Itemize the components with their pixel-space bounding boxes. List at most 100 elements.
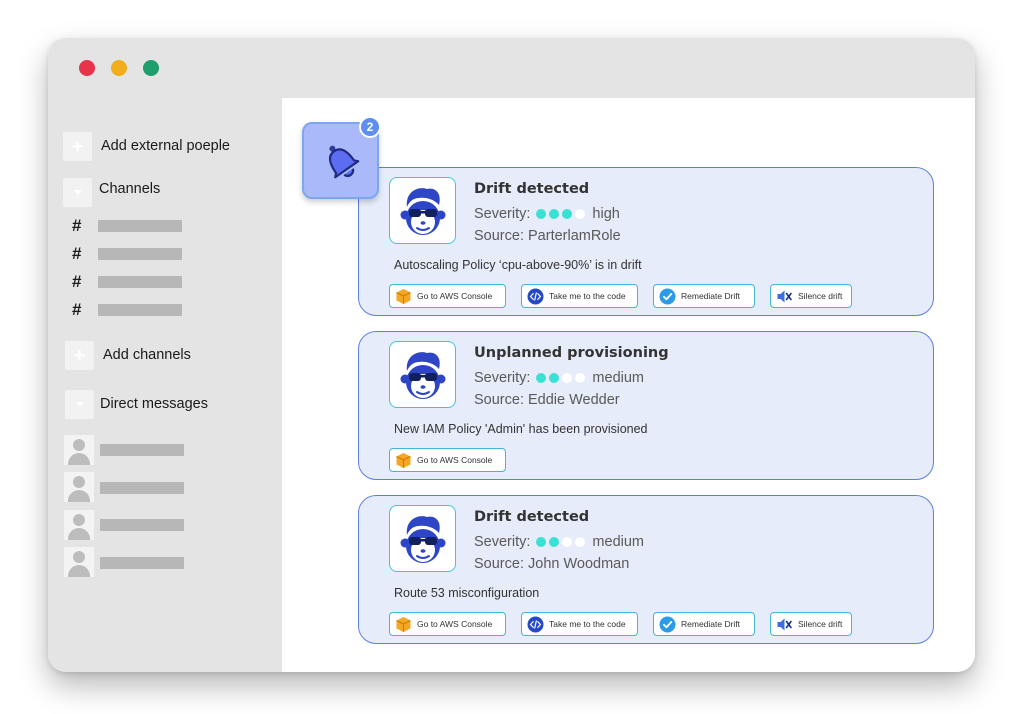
card-description: New IAM Policy 'Admin' has been provisio… (394, 422, 648, 436)
channel-hash-icon: # (72, 300, 82, 319)
add-channels-button[interactable]: + (65, 341, 94, 370)
view-code-button[interactable]: Take me to the code (521, 612, 638, 636)
action-label: Take me to the code (549, 291, 626, 301)
card-title: Unplanned provisioning (474, 345, 669, 361)
severity-dot (549, 537, 560, 547)
channel-item[interactable] (98, 248, 182, 260)
notification-card[interactable]: Drift detected Severity: high Source: Pa… (358, 167, 934, 316)
severity-label: Severity: (474, 534, 531, 550)
title-bar (48, 38, 975, 98)
severity-row: Severity: high (474, 206, 620, 222)
action-label: Silence drift (798, 619, 843, 629)
bot-avatar (389, 341, 456, 408)
bot-avatar (389, 177, 456, 244)
user-avatar-icon[interactable] (64, 435, 94, 465)
aws-box-icon (395, 616, 412, 633)
silence-drift-button[interactable]: Silence drift (770, 284, 852, 308)
channel-hash-icon: # (72, 244, 82, 263)
severity-dot (536, 537, 547, 547)
severity-dot (575, 209, 586, 219)
direct-message-item[interactable] (100, 519, 184, 531)
app-window: + Add external poeple Channels # # # # +… (48, 38, 975, 672)
direct-message-item[interactable] (100, 557, 184, 569)
channels-header[interactable]: Channels (99, 181, 160, 197)
severity-row: Severity: medium (474, 534, 644, 550)
monkey-bot-icon (400, 515, 445, 563)
channel-hash-icon: # (72, 216, 82, 235)
bot-avatar (389, 505, 456, 572)
minimize-window-button[interactable] (111, 60, 127, 76)
channel-item[interactable] (98, 304, 182, 316)
user-avatar-icon[interactable] (64, 472, 94, 502)
severity-dot (575, 537, 586, 547)
severity-label: Severity: (474, 370, 531, 386)
remediate-drift-button[interactable]: Remediate Drift (653, 612, 755, 636)
channel-item[interactable] (98, 276, 182, 288)
remediate-drift-button[interactable]: Remediate Drift (653, 284, 755, 308)
source-text: Source: John Woodman (474, 556, 630, 572)
severity-row: Severity: medium (474, 370, 644, 386)
severity-dot (562, 373, 573, 383)
add-people-button[interactable]: + (63, 132, 92, 161)
view-code-button[interactable]: Take me to the code (521, 284, 638, 308)
add-people-label[interactable]: Add external poeple (101, 138, 230, 154)
direct-message-item[interactable] (100, 444, 184, 456)
add-channels-label[interactable]: Add channels (103, 347, 191, 363)
notification-card[interactable]: Unplanned provisioning Severity: medium … (358, 331, 934, 480)
channels-collapse-toggle[interactable] (63, 178, 92, 207)
severity-level: medium (592, 534, 644, 550)
user-avatar-icon[interactable] (64, 510, 94, 540)
maximize-window-button[interactable] (143, 60, 159, 76)
action-label: Go to AWS Console (417, 619, 493, 629)
user-avatar-icon[interactable] (64, 547, 94, 577)
severity-dot (562, 537, 573, 547)
direct-messages-collapse-toggle[interactable] (65, 390, 94, 419)
card-title: Drift detected (474, 509, 590, 525)
severity-dot (549, 373, 560, 383)
aws-console-button[interactable]: Go to AWS Console (389, 448, 506, 472)
action-label: Go to AWS Console (417, 455, 493, 465)
channel-item[interactable] (98, 220, 182, 232)
channel-hash-icon: # (72, 272, 82, 291)
card-actions: Go to AWS Console (389, 448, 521, 472)
monkey-bot-icon (400, 351, 445, 399)
aws-console-button[interactable]: Go to AWS Console (389, 612, 506, 636)
card-actions: Go to AWS Console Take me to the code Reme… (389, 284, 867, 308)
notification-card[interactable]: Drift detected Severity: medium Source: … (358, 495, 934, 644)
plus-icon: + (71, 135, 84, 158)
action-label: Silence drift (798, 291, 843, 301)
severity-dot (536, 209, 547, 219)
card-description: Autoscaling Policy ‘cpu-above-90%’ is in… (394, 258, 642, 272)
chevron-down-icon (73, 190, 82, 195)
code-icon (527, 616, 544, 633)
severity-level: medium (592, 370, 644, 386)
card-title: Drift detected (474, 181, 590, 197)
notification-count-badge: 2 (359, 116, 381, 138)
silence-drift-button[interactable]: Silence drift (770, 612, 852, 636)
severity-level: high (592, 206, 620, 222)
severity-dot (575, 373, 586, 383)
mute-icon (776, 288, 793, 305)
check-circle-icon (659, 616, 676, 633)
sidebar: + Add external poeple Channels # # # # +… (48, 98, 282, 672)
severity-dot (549, 209, 560, 219)
card-actions: Go to AWS Console Take me to the code Reme… (389, 612, 867, 636)
code-icon (527, 288, 544, 305)
bell-icon (328, 145, 359, 178)
aws-console-button[interactable]: Go to AWS Console (389, 284, 506, 308)
close-window-button[interactable] (79, 60, 95, 76)
action-label: Take me to the code (549, 619, 626, 629)
card-description: Route 53 misconfiguration (394, 586, 540, 600)
action-label: Remediate Drift (681, 291, 741, 301)
monkey-bot-icon (400, 187, 445, 235)
direct-messages-header[interactable]: Direct messages (100, 396, 208, 412)
check-circle-icon (659, 288, 676, 305)
plus-icon: + (73, 344, 86, 367)
action-label: Go to AWS Console (417, 291, 493, 301)
severity-label: Severity: (474, 206, 531, 222)
direct-message-item[interactable] (100, 482, 184, 494)
severity-dot (536, 373, 547, 383)
aws-box-icon (395, 288, 412, 305)
action-label: Remediate Drift (681, 619, 741, 629)
source-text: Source: Eddie Wedder (474, 392, 620, 408)
